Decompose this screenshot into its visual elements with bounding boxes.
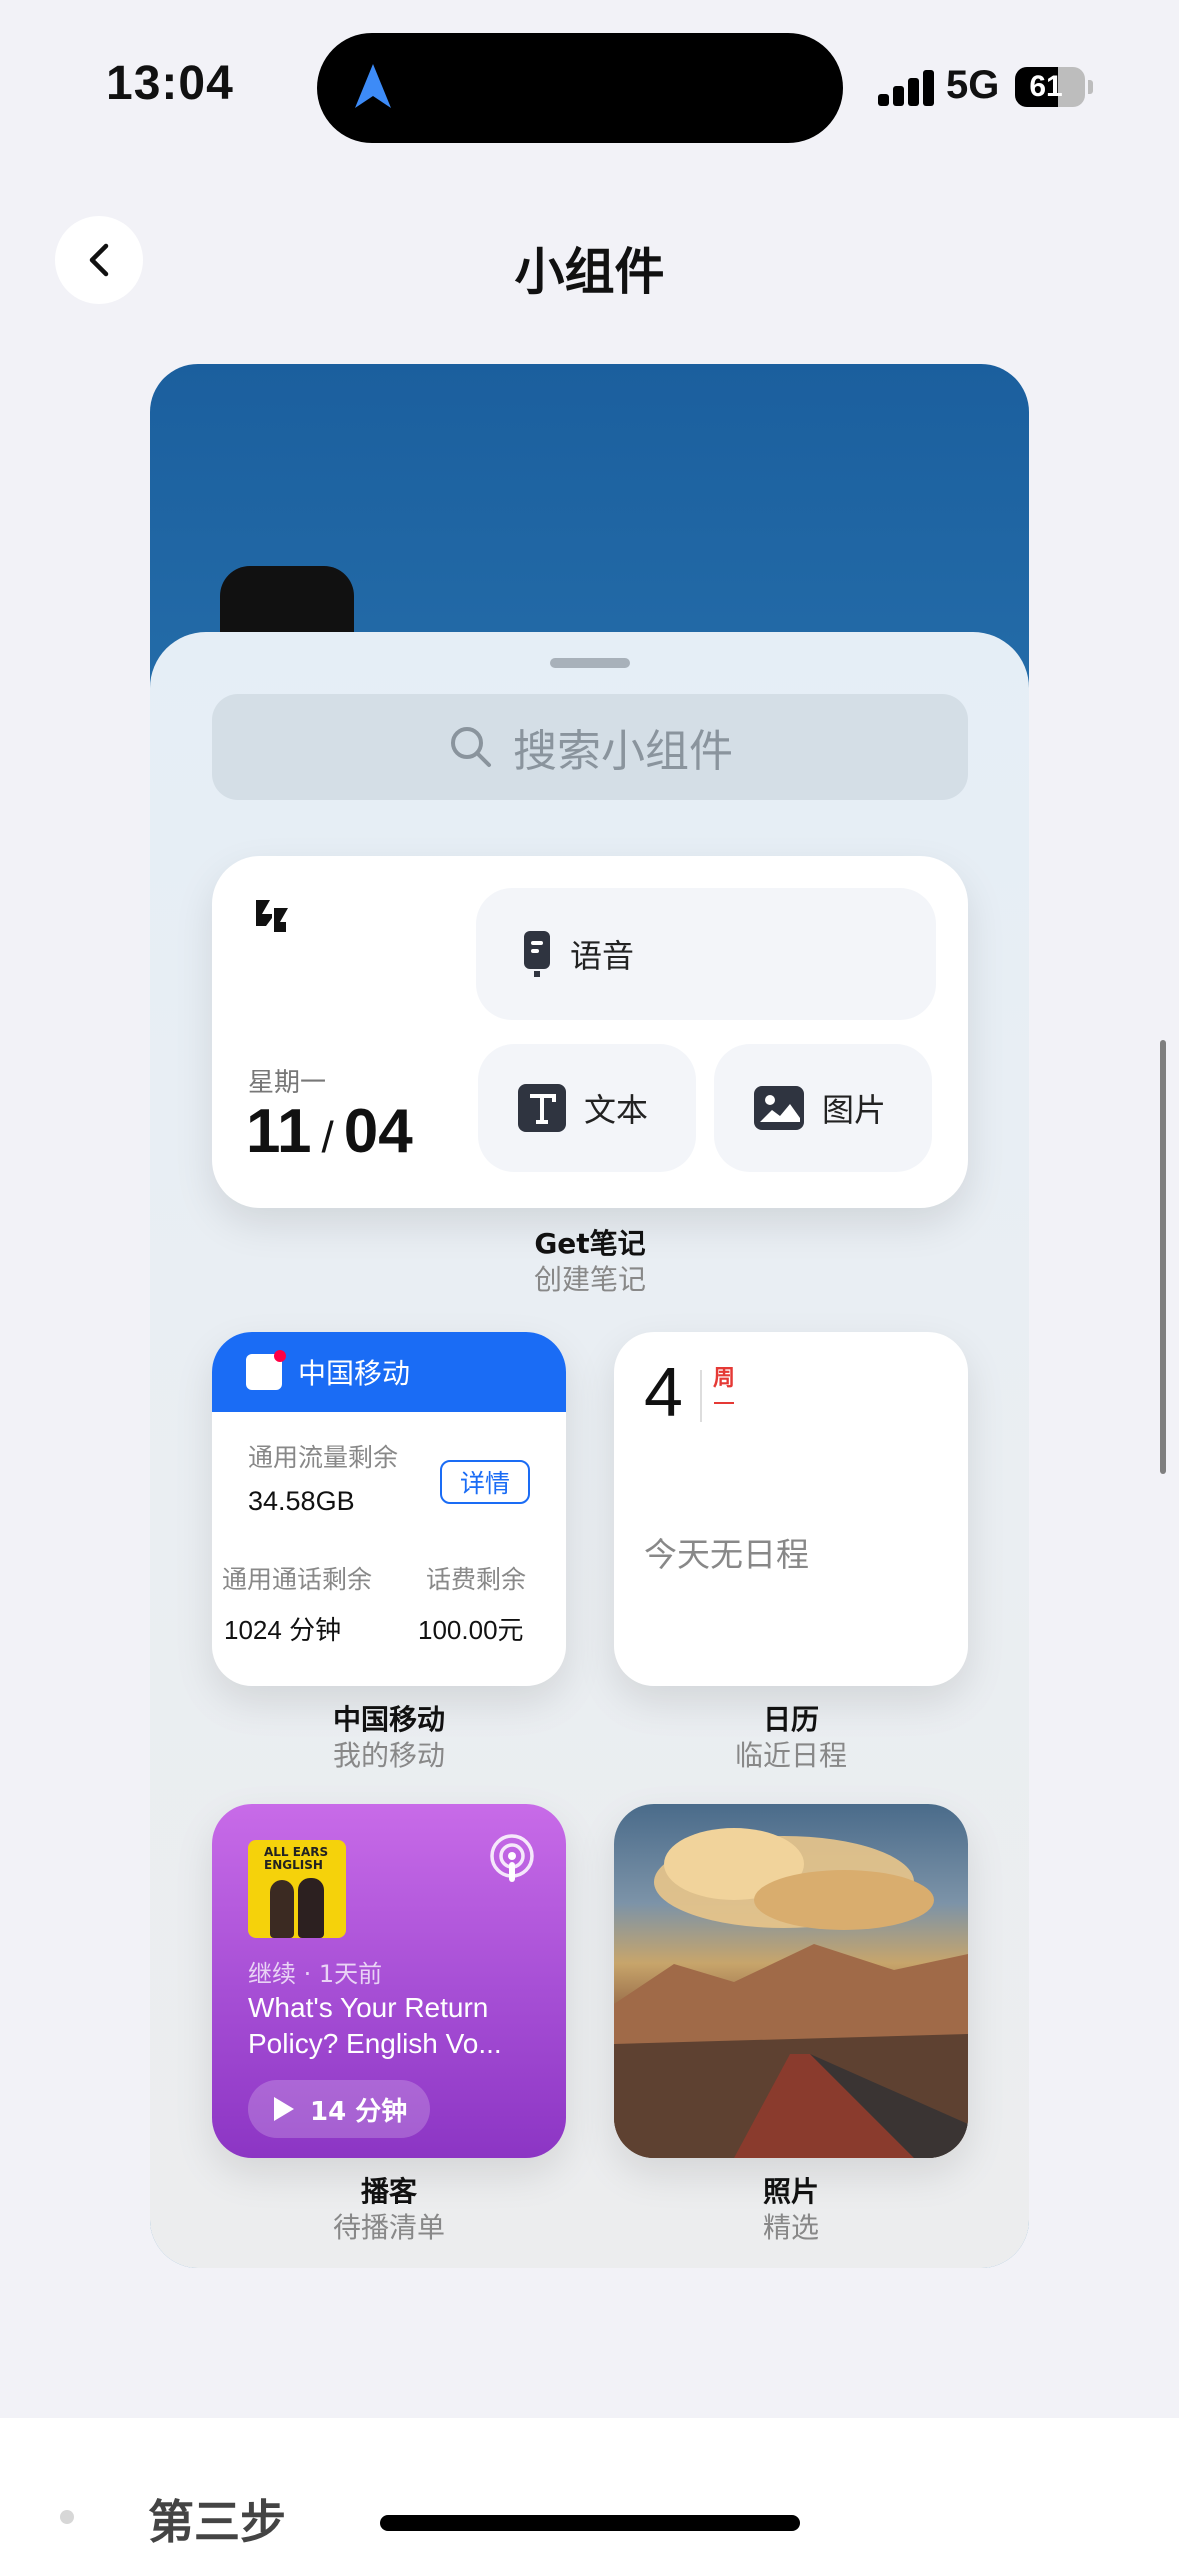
play-duration: 14 分钟 [310,2096,408,2127]
no-events-text: 今天无日程 [644,1535,809,1574]
china-mobile-caption: 中国移动 我的移动 [212,1702,566,1774]
caption-subtitle: 我的移动 [332,1739,445,1772]
voice-label: 语音 [570,937,635,975]
photos-widget[interactable] [614,1804,968,2158]
episode-meta: 继续 · 1天前 [248,1960,383,1988]
network-label: 5G [946,63,1000,107]
date-slash: / [321,1113,334,1162]
caption-title: 日历 [762,1703,819,1736]
china-mobile-logo-icon [246,1350,286,1390]
widget-search-input[interactable]: 搜索小组件 [212,694,968,800]
featured-photo [614,1828,968,2158]
text-icon [518,1084,566,1132]
podcast-cover: ALL EARS ENGLISH [248,1840,346,1938]
data-remaining-label: 通用流量剩余 [248,1443,399,1472]
photos-caption: 照片 精选 [614,2174,968,2246]
battery-percent: 61 [1029,70,1063,103]
date-month: 11 [246,1097,312,1166]
image-label: 图片 [822,1091,887,1129]
caption-subtitle: 精选 [762,2211,819,2244]
page-title: 小组件 [514,243,665,301]
search-icon [451,727,491,767]
calendar-divider [700,1370,702,1422]
cellular-signal-icon [878,70,936,106]
caption-title: Get笔记 [534,1227,646,1260]
detail-button[interactable]: 详情 [440,1460,530,1504]
battery-cap [1088,80,1093,94]
caption-subtitle: 临近日程 [734,1739,847,1772]
china-mobile-widget[interactable]: 中国移动 通用流量剩余 34.58GB 详情 通用通话剩余 话费剩余 1024 … [212,1332,566,1686]
dynamic-island [317,33,843,143]
widget-gallery-preview: 搜索小组件 星期一 11/04 语音 文本 图片 Get笔记 创建笔记 中国移动… [150,364,1029,2268]
step-title: 第三步 [148,2495,286,2549]
scrollbar[interactable] [1160,1040,1166,1474]
date-day: 04 [343,1097,413,1166]
episode-title: What's Your Return Policy? English Vo... [248,1992,502,2059]
image-note-button[interactable]: 图片 [714,1044,932,1172]
location-arrow-icon [355,64,391,108]
caption-title: 播客 [360,2175,417,2208]
calendar-day: 4 [644,1353,683,1431]
get-notes-widget[interactable]: 星期一 11/04 语音 文本 图片 [212,856,968,1208]
text-label: 文本 [584,1091,649,1129]
get-logo-icon [256,900,288,932]
call-remaining-value: 1024 分钟 [224,1615,342,1645]
search-placeholder: 搜索小组件 [513,726,733,777]
calendar-widget[interactable]: 4 周 今天无日程 [614,1332,968,1686]
calendar-caption: 日历 临近日程 [614,1702,968,1774]
data-remaining-value: 34.58GB [248,1486,355,1516]
cover-text: ALL EARS ENGLISH [264,1845,329,1872]
podcast-caption: 播客 待播清单 [212,2174,566,2246]
play-button[interactable]: 14 分钟 [248,2080,430,2138]
get-notes-caption: Get笔记 创建笔记 [212,1226,968,1298]
calendar-weekday: 周 [712,1366,736,1404]
home-indicator[interactable] [380,2515,800,2531]
cmcc-title: 中国移动 [298,1357,411,1390]
date-display: 11/04 [246,1096,413,1167]
caption-subtitle: 创建笔记 [533,1263,646,1296]
weekday-label: 星期一 [248,1068,327,1098]
text-note-button[interactable]: 文本 [478,1044,696,1172]
balance-label: 话费剩余 [426,1565,527,1594]
battery-icon: 61 [1015,67,1085,107]
sheet-grabber[interactable] [550,658,630,668]
widget-sheet: 搜索小组件 星期一 11/04 语音 文本 图片 Get笔记 创建笔记 中国移动… [150,632,1029,2268]
weekday-underline [714,1402,734,1404]
week-char: 周 [712,1366,735,1391]
podcasts-icon [490,1834,534,1882]
caption-title: 中国移动 [332,1703,445,1736]
caption-title: 照片 [762,2175,819,2208]
voice-note-button[interactable]: 语音 [476,888,936,1020]
podcast-widget[interactable]: ALL EARS ENGLISH 继续 · 1天前 What's Your Re… [212,1804,566,2158]
status-time: 13:04 [106,57,234,110]
caption-subtitle: 待播清单 [332,2211,445,2244]
image-icon [754,1086,804,1130]
cmcc-header: 中国移动 [212,1332,566,1412]
step-bullet [60,2510,74,2524]
balance-value: 100.00元 [418,1615,524,1645]
play-icon [274,2097,294,2121]
call-remaining-label: 通用通话剩余 [222,1565,373,1594]
recorder-icon [524,931,550,977]
